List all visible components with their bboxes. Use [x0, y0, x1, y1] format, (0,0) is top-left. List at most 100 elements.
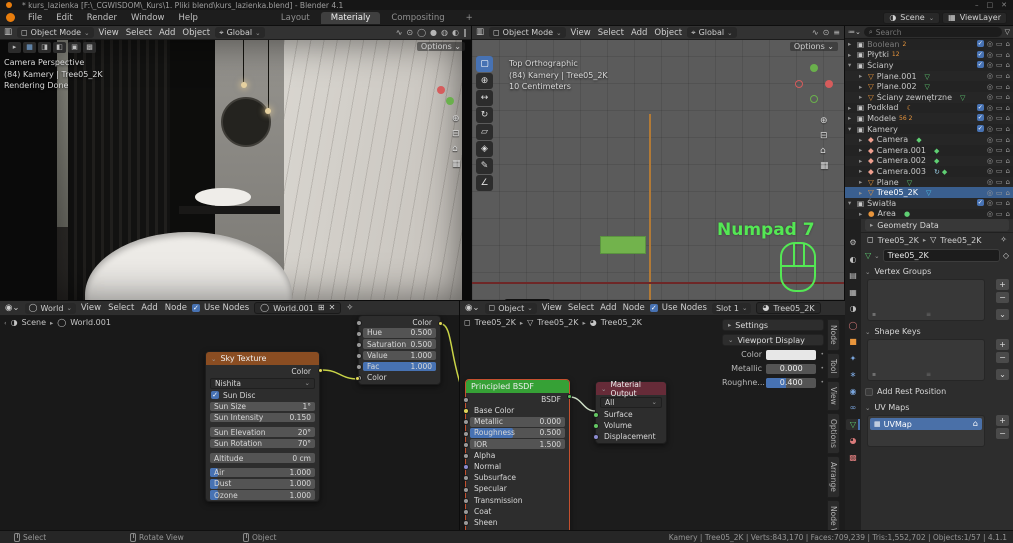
outliner-row[interactable]: ▸ ▣ Podkład ☾ ✓ ◎ ▭ ⌂ — [845, 103, 1013, 114]
remove-vertex-group-button[interactable]: − — [996, 292, 1009, 303]
workspace-tab[interactable]: Layout — [271, 12, 320, 24]
outliner-search-input[interactable] — [876, 28, 997, 37]
toggle-icon[interactable]: ◨ — [38, 42, 51, 53]
disable-viewport-icon[interactable]: ▭ — [996, 146, 1003, 154]
disable-viewport-icon[interactable]: ▭ — [996, 40, 1003, 48]
tool-settings-icon[interactable]: ▸ — [8, 42, 21, 53]
disable-viewport-icon[interactable]: ▭ — [996, 199, 1003, 207]
collection-checkbox[interactable]: ✓ — [977, 114, 984, 121]
hide-viewport-eye-icon[interactable]: ◎ — [987, 178, 993, 186]
hsv-color-in-dot[interactable] — [355, 376, 360, 381]
disable-render-icon[interactable]: ⌂ — [1006, 178, 1010, 186]
expand-arrow-icon[interactable]: ▸ — [859, 157, 865, 165]
tool-button[interactable]: ↔ — [476, 90, 493, 106]
collection-checkbox[interactable]: ✓ — [977, 125, 984, 132]
material-shading-icon[interactable]: ◍ — [441, 28, 448, 37]
render-camera-icon[interactable]: ⌂ — [973, 420, 978, 428]
outliner-row[interactable]: ▾ ▣ Kamery ✓ ◎ ▭ ⌂ — [845, 124, 1013, 135]
vertex-groups-list[interactable]: ▪≡ — [867, 279, 985, 321]
expand-arrow-icon[interactable]: ▸ — [859, 146, 865, 154]
snap-icon[interactable]: ∿ — [812, 28, 819, 37]
disable-render-icon[interactable]: ⌂ — [1006, 40, 1010, 48]
color-swatch[interactable] — [766, 350, 816, 360]
disable-viewport-icon[interactable]: ▭ — [996, 178, 1003, 186]
node-field[interactable]: Air1.000 — [210, 468, 315, 478]
workspace-tab[interactable]: Compositing — [381, 12, 454, 24]
hide-viewport-eye-icon[interactable]: ◎ — [987, 157, 993, 165]
outliner-display-mode-icon[interactable]: ≔⌄ — [848, 29, 861, 36]
color-output-socket[interactable]: Color — [412, 318, 432, 327]
expand-arrow-icon[interactable]: ▸ — [859, 189, 865, 197]
outliner-search[interactable]: ⌕ — [864, 27, 1002, 37]
disable-viewport-icon[interactable]: ▭ — [996, 167, 1003, 175]
output-target-dropdown[interactable]: All⌄ — [600, 397, 662, 408]
viewport-menu-item[interactable]: Select — [598, 28, 624, 38]
selected-plane-object[interactable] — [600, 236, 646, 254]
node-input-socket[interactable]: Displacement — [600, 432, 662, 442]
grid-toggle-icon[interactable]: ▦ — [452, 159, 461, 169]
sidebar-tab[interactable]: View — [827, 381, 840, 411]
collection-checkbox[interactable]: ✓ — [977, 51, 984, 58]
sidebar-tab[interactable]: Node — [827, 319, 840, 351]
color-output-socket[interactable]: Color — [291, 367, 311, 376]
roughness-value[interactable]: 0.400 — [766, 378, 816, 388]
disable-render-icon[interactable]: ⌂ — [1006, 51, 1010, 59]
node-field[interactable]: Saturation0.500 — [363, 339, 436, 349]
node-field[interactable]: Ozone1.000 — [210, 490, 315, 500]
disable-viewport-icon[interactable]: ▭ — [996, 104, 1003, 112]
outliner-row[interactable]: ▸ ◆ Camera.001 ◆ ◎ ▭ ⌂ — [845, 145, 1013, 156]
pin-icon[interactable]: ✧ — [1000, 236, 1007, 244]
node-field[interactable]: Normal — [470, 462, 565, 472]
properties-tab[interactable]: ▽ — [846, 419, 860, 430]
expand-arrow-icon[interactable]: ▸ — [859, 72, 865, 80]
disable-viewport-icon[interactable]: ▭ — [996, 72, 1003, 80]
properties-tab[interactable]: ◕ — [846, 435, 860, 446]
outliner-row[interactable]: ▾ ▣ Ściany ✓ ◎ ▭ ⌂ — [845, 60, 1013, 71]
node-field[interactable]: Sun Intensity0.150 — [210, 413, 315, 423]
node-field[interactable]: Hue0.500 — [363, 328, 436, 338]
uv-map-item[interactable]: ▦ UVMap ⌂ — [870, 418, 982, 430]
node-field[interactable]: Sun Rotation70° — [210, 439, 315, 449]
expand-arrow-icon[interactable]: ▸ — [859, 83, 865, 91]
properties-tab[interactable]: ∞ — [846, 402, 860, 413]
disable-render-icon[interactable]: ⌂ — [1006, 210, 1010, 218]
node-input-socket[interactable]: Volume — [600, 421, 662, 431]
outliner-row[interactable]: ▸ ▽ Plane ▽ ◎ ▭ ⌂ — [845, 177, 1013, 188]
axis-gizmo-x-dot[interactable] — [437, 86, 445, 94]
properties-tab[interactable]: ✦ — [846, 353, 860, 364]
xray-icon[interactable]: ‖ — [463, 28, 467, 37]
sidebar-tab[interactable]: Options — [827, 413, 840, 454]
tool-button[interactable]: ▱ — [476, 124, 493, 140]
viewport-menu-item[interactable]: View — [99, 28, 119, 38]
tool-button[interactable]: ✎ — [476, 158, 493, 174]
sidebar-tab[interactable]: Tool — [827, 353, 840, 380]
options-dropdown[interactable]: Options ⌄ — [790, 42, 838, 51]
menu-item[interactable]: Render — [80, 13, 124, 23]
node-field[interactable]: Fac1.000 — [363, 362, 436, 372]
filter-icon[interactable]: ▽ — [1005, 29, 1010, 36]
disable-viewport-icon[interactable]: ▭ — [996, 125, 1003, 133]
breadcrumb-data[interactable]: Tree05_2K — [940, 236, 981, 245]
expand-arrow-icon[interactable]: ▾ — [848, 125, 854, 133]
node-field[interactable]: Transmission — [470, 495, 565, 505]
sidebar-tab[interactable]: Arrange — [827, 456, 840, 498]
vertex-groups-panel-header[interactable]: ⌄Vertex Groups — [865, 267, 1009, 276]
shape-key-specials-button[interactable]: ⌄ — [996, 369, 1009, 380]
expand-arrow-icon[interactable]: ▸ — [859, 178, 865, 186]
editor-type-icon[interactable]: ▥ — [476, 28, 484, 37]
toggle-icon[interactable]: ▩ — [83, 42, 96, 53]
outliner-row[interactable]: ▸ ● Area ● ◎ ▭ ⌂ — [845, 209, 1013, 220]
node-field[interactable]: Altitude0 cm — [210, 453, 315, 463]
close-icon[interactable]: ✕ — [1001, 1, 1007, 9]
outliner-row[interactable]: ▸ ▣ Płytki 12 ✓ ◎ ▭ ⌂ — [845, 50, 1013, 61]
tool-button[interactable]: ◈ — [476, 141, 493, 157]
pan-icon[interactable]: ⊟ — [452, 129, 461, 139]
expand-arrow-icon[interactable]: ▸ — [848, 104, 854, 112]
blender-menu-icon[interactable] — [6, 13, 15, 22]
transform-orientation-dropdown[interactable]: ⌖Global⌄ — [687, 27, 737, 38]
node-field[interactable]: Coat — [470, 506, 565, 516]
tool-button[interactable]: ∠ — [476, 175, 493, 191]
menu-item[interactable]: Edit — [49, 13, 79, 23]
remove-uv-map-button[interactable]: − — [996, 428, 1009, 439]
disable-viewport-icon[interactable]: ▭ — [996, 210, 1003, 218]
